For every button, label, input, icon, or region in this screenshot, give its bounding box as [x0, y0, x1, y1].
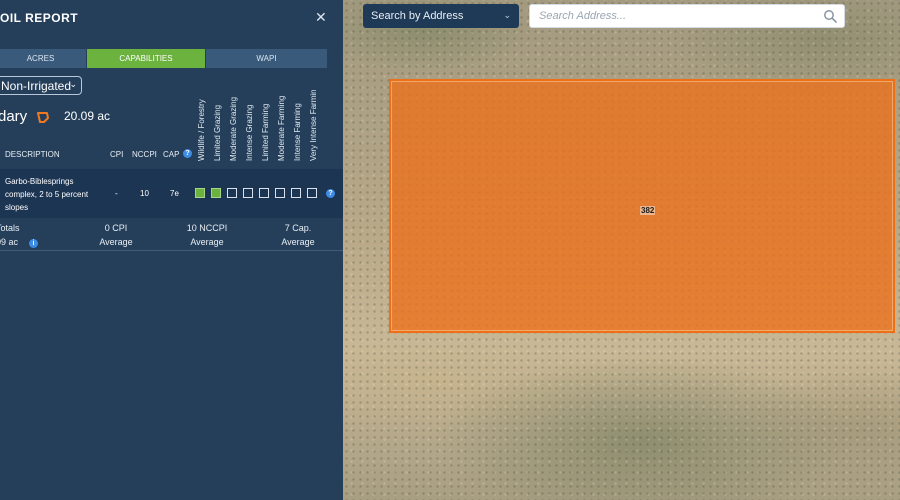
address-mode-label: Search by Address [371, 10, 464, 22]
totals-cap: 7 Cap. [284, 223, 312, 233]
totals-nccpi-sub: Average [190, 237, 224, 247]
totals-row: Totals 09 ac i 0 CPI Average 10 NCCPI Av… [0, 221, 343, 249]
address-mode-select[interactable]: Search by Address ⌄ [363, 4, 519, 28]
irrigation-select[interactable]: Non-Irrigated ⌄ [0, 76, 82, 95]
report-tabs: ACRES CAPABILITIES WAPI [0, 49, 327, 68]
capability-box [259, 188, 269, 198]
parcel-label: 382 [640, 206, 656, 215]
soil-report-panel: OIL REPORT ✕ ACRES CAPABILITIES WAPI Non… [0, 0, 343, 500]
row-cpi: - [115, 189, 118, 198]
column-cpi: CPI [110, 150, 124, 159]
capability-box [195, 188, 205, 198]
soil-description: Garbo-Biblesprings complex, 2 to 5 perce… [5, 177, 89, 212]
cap-header-moderate-grazing: Moderate Grazing [229, 96, 238, 161]
capability-box [211, 188, 221, 198]
capability-box [227, 188, 237, 198]
chevron-down-icon: ⌄ [69, 79, 77, 89]
cap-header-intense-grazing: Intense Grazing [245, 104, 254, 161]
capability-box [291, 188, 301, 198]
info-icon[interactable]: ? [326, 189, 335, 198]
column-nccpi: NCCPI [132, 150, 157, 159]
search-input[interactable] [530, 9, 821, 23]
boundary-label: dary [0, 108, 28, 125]
tab-acres[interactable]: ACRES [0, 49, 86, 68]
tab-wapi[interactable]: WAPI [206, 49, 327, 68]
chevron-down-icon: ⌄ [503, 10, 511, 20]
capability-box [275, 188, 285, 198]
totals-label: Totals [0, 223, 20, 233]
capability-box [243, 188, 253, 198]
totals-cap-sub: Average [281, 237, 315, 247]
info-icon[interactable]: ? [183, 149, 192, 158]
tab-capabilities[interactable]: CAPABILITIES [87, 49, 205, 68]
search-icon[interactable] [823, 9, 837, 23]
column-description: DESCRIPTION [5, 150, 60, 159]
close-icon[interactable]: ✕ [315, 9, 327, 26]
totals-cpi-sub: Average [99, 237, 133, 247]
irrigation-select-value: Non-Irrigated [1, 78, 72, 93]
boundary-acres: 20.09 ac [64, 109, 111, 123]
boundary-shape-icon [37, 112, 49, 123]
address-search-box[interactable] [529, 4, 845, 28]
cap-header-limited-grazing: Limited Grazing [213, 104, 222, 161]
row-nccpi: 10 [140, 189, 149, 198]
info-icon[interactable]: i [29, 239, 38, 248]
panel-title: OIL REPORT [0, 11, 79, 25]
capability-box [307, 188, 317, 198]
divider [0, 250, 343, 251]
cap-header-moderate-farming: Moderate Farming [277, 95, 286, 161]
map-view[interactable]: 382 [343, 0, 900, 500]
table-row[interactable]: Garbo-Biblesprings complex, 2 to 5 perce… [0, 169, 343, 218]
cap-header-limited-farming: Limited Farming [261, 103, 270, 161]
row-cap: 7e [170, 189, 179, 198]
totals-cpi: 0 CPI [104, 223, 128, 233]
totals-acres: 09 ac [0, 237, 19, 247]
totals-nccpi: 10 NCCPI [186, 223, 228, 233]
cap-header-intense-farming: Intense Farming [293, 103, 302, 161]
cap-header-very-intense-farming: Very Intense Farmin [309, 89, 318, 161]
column-cap: CAP [163, 150, 180, 159]
cap-header-wildlife-forestry: Wildlife / Forestry [197, 99, 206, 161]
